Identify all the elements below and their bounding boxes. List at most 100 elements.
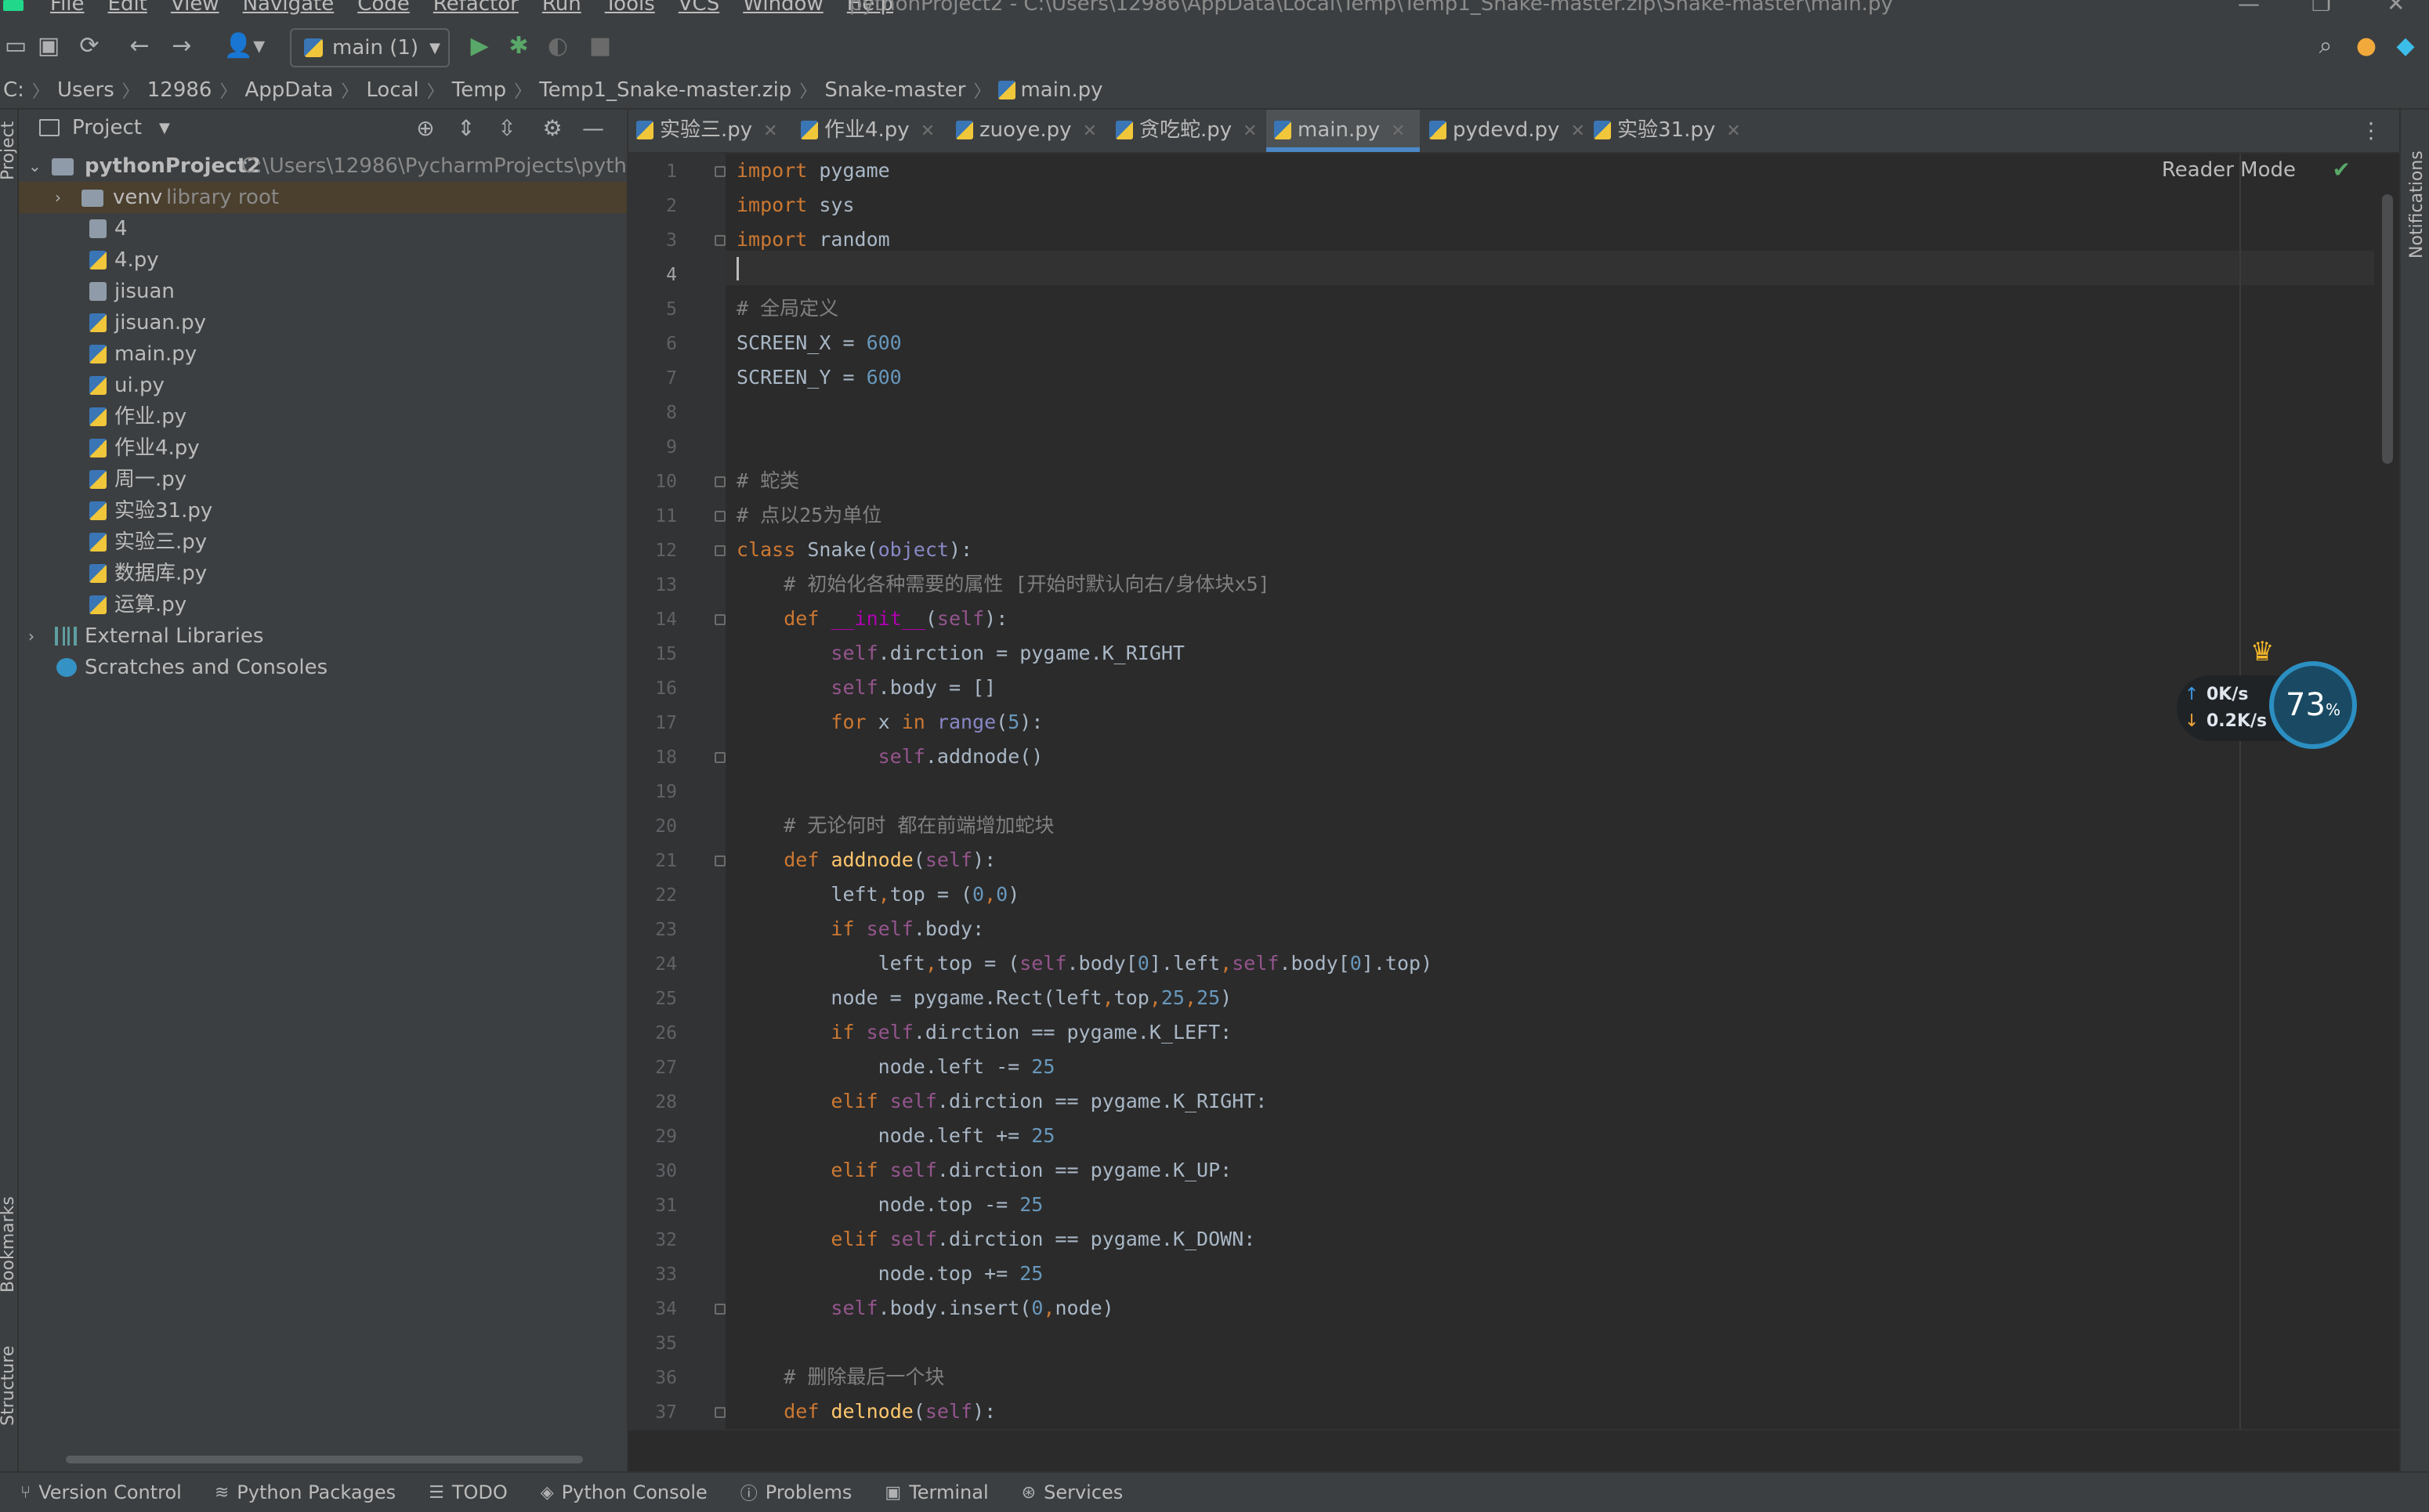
close-tab-icon[interactable]: ✕ [1243, 121, 1257, 141]
menu-window[interactable]: Window [743, 0, 824, 16]
fold-marker-icon[interactable] [715, 614, 726, 625]
breadcrumb-item[interactable]: 12986 [147, 78, 212, 102]
maximize-icon[interactable]: ❐ [2311, 0, 2331, 16]
line-number[interactable]: 37 [630, 1402, 677, 1423]
tree-item-file[interactable]: 4 [19, 213, 627, 244]
line-number[interactable]: 17 [630, 713, 677, 733]
tab-实验31[interactable]: 实验31.py ✕ [1586, 110, 1741, 152]
structure-tool-tab[interactable]: Structure [0, 1346, 17, 1426]
code-line[interactable]: elif self.dirction == pygame.K_RIGHT: [737, 1084, 1267, 1119]
tree-item-file[interactable]: 实验三.py [19, 526, 627, 558]
code-line[interactable]: if self.dirction == pygame.K_LEFT: [737, 1015, 1232, 1050]
tab-main[interactable]: main.py ✕ [1266, 110, 1420, 152]
user-dropdown-icon[interactable]: 👤▾ [221, 30, 268, 61]
line-number[interactable]: 4 [630, 265, 677, 285]
line-number[interactable]: 10 [630, 472, 677, 492]
code-line[interactable]: self.addnode() [737, 740, 1044, 774]
hide-panel-icon[interactable]: — [578, 113, 608, 143]
code-line[interactable]: class Snake(object): [737, 533, 972, 567]
fold-marker-icon[interactable] [715, 1304, 726, 1315]
open-folder-icon[interactable]: ▭ [0, 30, 31, 61]
menu-vcs[interactable]: VCS [679, 0, 719, 16]
close-tab-icon[interactable]: ✕ [921, 121, 935, 141]
sync-icon[interactable]: ⟳ [74, 30, 105, 61]
menu-refactor[interactable]: Refactor [433, 0, 519, 16]
project-panel-title[interactable]: Project [72, 116, 142, 139]
line-number[interactable]: 11 [630, 506, 677, 526]
code-line[interactable]: import pygame [737, 154, 890, 188]
menu-code[interactable]: Code [357, 0, 410, 16]
close-tab-icon[interactable]: ✕ [1391, 121, 1405, 141]
line-number[interactable]: 12 [630, 541, 677, 561]
close-tab-icon[interactable]: ✕ [763, 121, 777, 141]
menu-tools[interactable]: Tools [605, 0, 655, 16]
code-line[interactable]: import random [737, 222, 890, 257]
minimize-icon[interactable]: — [2238, 0, 2260, 16]
code-line[interactable]: node = pygame.Rect(left,top,25,25) [737, 981, 1232, 1015]
chevron-right-icon[interactable]: › [55, 182, 61, 213]
code-line[interactable]: elif self.dirction == pygame.K_UP: [737, 1153, 1232, 1188]
reader-mode-toggle[interactable]: Reader Mode [2162, 158, 2296, 182]
line-number[interactable]: 28 [630, 1092, 677, 1112]
code-line[interactable]: node.left += 25 [737, 1119, 1055, 1153]
code-line[interactable]: # 删除最后一个块 [737, 1360, 944, 1394]
line-number[interactable]: 9 [630, 437, 677, 458]
tree-item-file[interactable]: 4.py [19, 244, 627, 276]
tab-贪吃蛇[interactable]: 贪吃蛇.py ✕ [1108, 110, 1258, 152]
code-line[interactable]: # 蛇类 [737, 464, 799, 498]
line-number[interactable]: 16 [630, 678, 677, 699]
plugin-icon[interactable]: ◆ [2390, 30, 2421, 61]
breadcrumb-item[interactable]: Temp1_Snake-master.zip [539, 78, 791, 102]
line-number[interactable]: 23 [630, 920, 677, 940]
code-line[interactable]: node.left -= 25 [737, 1050, 1055, 1084]
line-number[interactable]: 32 [630, 1230, 677, 1250]
line-number[interactable]: 35 [630, 1333, 677, 1354]
search-icon[interactable]: ⌕ [2310, 30, 2341, 61]
line-number[interactable]: 30 [630, 1161, 677, 1181]
code-line[interactable]: elif self.dirction == pygame.K_DOWN: [737, 1222, 1255, 1257]
code-line[interactable]: node.top -= 25 [737, 1188, 1044, 1222]
todo-button[interactable]: ☰ TODO [429, 1481, 508, 1503]
line-number[interactable]: 29 [630, 1127, 677, 1147]
line-number[interactable]: 27 [630, 1058, 677, 1078]
code-line[interactable]: for x in range(5): [737, 705, 1043, 740]
collapse-all-icon[interactable]: ⇳ [492, 113, 522, 143]
code-line[interactable]: import sys [737, 188, 855, 222]
code-line[interactable]: if self.body: [737, 912, 984, 946]
code-line[interactable]: self.body = [] [737, 671, 996, 705]
notifications-tool-tab[interactable]: Notifications [2407, 150, 2427, 259]
line-number[interactable]: 2 [630, 196, 677, 216]
python-console-button[interactable]: ◈ Python Console [541, 1481, 708, 1503]
python-packages-button[interactable]: ≋ Python Packages [215, 1481, 396, 1503]
close-window-icon[interactable]: ✕ [2387, 0, 2405, 16]
vertical-scrollbar[interactable] [2382, 194, 2393, 464]
code-line[interactable]: def addnode(self): [737, 843, 996, 877]
network-speed-widget[interactable]: ↑ 0K/s ↓ 0.2K/s ♛ 73% [2177, 636, 2358, 751]
update-icon[interactable]: ● [2351, 30, 2382, 61]
close-tab-icon[interactable]: ✕ [1570, 121, 1584, 141]
line-number[interactable]: 25 [630, 989, 677, 1009]
back-icon[interactable]: ← [124, 30, 155, 61]
services-button[interactable]: ⊛ Services [1022, 1481, 1124, 1503]
breadcrumb-item[interactable]: Users [57, 78, 114, 102]
coverage-icon[interactable]: ◐ [542, 30, 574, 61]
line-number[interactable]: 34 [630, 1299, 677, 1319]
tree-item-file[interactable]: jisuan.py [19, 307, 627, 338]
line-number[interactable]: 22 [630, 885, 677, 906]
project-tool-tab[interactable]: Project [0, 121, 17, 180]
breadcrumb-item[interactable]: Temp [452, 78, 506, 102]
line-number[interactable]: 15 [630, 644, 677, 664]
stop-icon[interactable]: ■ [585, 30, 616, 61]
line-number[interactable]: 20 [630, 816, 677, 837]
code-line[interactable]: # 全局定义 [737, 291, 838, 326]
locate-file-icon[interactable]: ⊕ [411, 113, 440, 143]
code-line[interactable]: node.top += 25 [737, 1257, 1044, 1291]
chevron-right-icon[interactable]: › [28, 620, 34, 652]
fold-marker-icon[interactable] [715, 752, 726, 763]
chevron-down-icon[interactable]: ▼ [159, 120, 170, 136]
code-line[interactable]: # 无论何时 都在前端增加蛇块 [737, 808, 1054, 843]
version-control-button[interactable]: ⑂ Version Control [20, 1481, 182, 1503]
line-number[interactable]: 31 [630, 1195, 677, 1216]
code-line[interactable]: SCREEN_Y = 600 [737, 360, 902, 395]
code-line[interactable]: left,top = (self.body[0].left,self.body[… [737, 946, 1433, 981]
